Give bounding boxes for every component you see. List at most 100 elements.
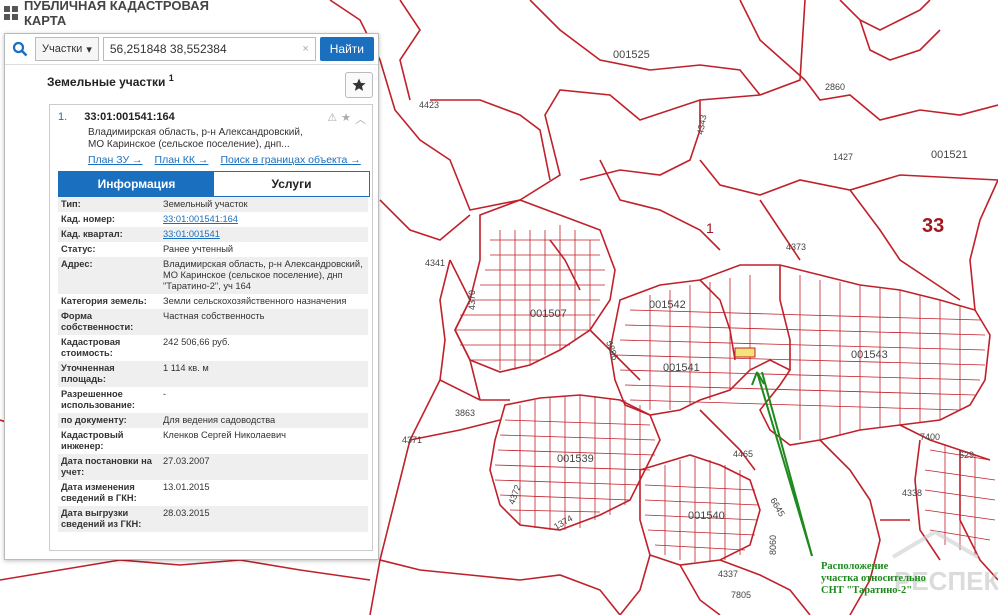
detail-label: Статус: [61,244,96,254]
detail-row: Кадастровый инженер: Кленков Сергей Никол… [58,428,368,454]
detail-label: Разрешенное использование: [61,389,135,410]
detail-value: - [163,389,167,399]
search-query: 56,251848 38,552384 [109,42,227,56]
link-plan-kk[interactable]: План КК → [155,154,209,166]
map-label: 001541 [663,362,700,374]
detail-label: Кад. квартал: [61,229,123,239]
map-label: 4465 [733,449,753,459]
address-line: МО Каринское (сельское поселение), днп..… [88,139,290,150]
detail-row: Кад. квартал: 33:01:001541 [58,227,368,242]
card-links: План ЗУ → План КК → Поиск в границах объ… [88,154,361,166]
detail-value: Кленков Сергей Николаевич [163,430,286,440]
detail-row: Дата изменения сведений в ГКН: 13.01.2015 [58,480,368,506]
warning-icon[interactable]: ⚠ [327,111,337,127]
section-title: Земельные участки 1 [47,73,174,89]
search-type-select[interactable]: Участки ▾ [35,37,99,61]
map-label: 6645 [768,496,787,518]
map-label: 4373 [786,242,806,252]
detail-row: Дата выгрузки сведений из ГКН: 28.03.2015 [58,506,368,532]
details-table: Тип: Земельный участок Кад. номер: 33:01:0… [58,197,368,532]
detail-value: 242 506,66 руб. [163,337,230,347]
section-title-text: Земельные участки [47,75,166,89]
detail-label: Уточненная площадь: [61,363,115,384]
detail-label: Кадастровая стоимость: [61,337,121,358]
detail-value-link[interactable]: 33:01:001541 [161,229,368,240]
card-header: 1. 33:01:001541:164 [58,111,175,123]
tab-services[interactable]: Услуги [214,172,369,196]
card-icons: ⚠ ★ ︿ [327,111,366,127]
link-search-bounds[interactable]: Поиск в границах объекта → [220,154,360,166]
detail-row: Форма собственности: Частная собственност… [58,309,368,335]
map-label: 7805 [731,590,751,600]
selected-parcel[interactable] [734,347,756,358]
link-plan-zu[interactable]: План ЗУ → [88,154,143,166]
detail-row: Кадастровая стоимость: 242 506,66 руб. [58,335,368,361]
parcel-card: 1. 33:01:001541:164 ⚠ ★ ︿ Владимирская о… [49,104,373,551]
detail-label: Категория земель: [61,296,147,306]
map-label: 4423 [419,100,439,110]
grid-icon[interactable] [4,6,18,20]
detail-label: по документу: [61,415,127,425]
search-type-label: Участки [42,43,83,55]
detail-row: Уточненная площадь: 1 114 кв. м [58,361,368,387]
detail-row: Кад. номер: 33:01:001541:164 [58,212,368,227]
note-line: участка относительно [821,573,926,584]
map-label: 7400 [920,432,940,442]
subdivision-grid [455,225,996,562]
detail-value: Для ведения садоводства [163,415,276,425]
app-header: ПУБЛИЧНАЯ КАДАСТРОВАЯ КАРТА [0,0,254,28]
detail-value-link[interactable]: 33:01:001541:164 [161,214,368,225]
star-icon[interactable]: ★ [341,111,351,127]
detail-label: Дата постановки на учет: [61,456,152,477]
detail-value: Частная собственность [163,311,265,321]
app-title: ПУБЛИЧНАЯ КАДАСТРОВАЯ КАРТА [23,0,209,28]
detail-value: 28.03.2015 [163,508,210,518]
card-address: Владимирская область, р-н Александровски… [88,127,338,151]
chevron-up-icon[interactable]: ︿ [355,111,366,127]
detail-value: 1 114 кв. м [163,363,209,373]
map-label: 2860 [825,82,845,92]
detail-label: Тип: [61,199,81,209]
pointer-arrows [751,371,813,557]
map-label: 001525 [613,49,650,61]
map-label: 8060 [768,535,778,555]
map-label: 4371 [402,435,422,445]
map-label: 33 [922,215,944,237]
map-label: 3863 [455,408,475,418]
search-input[interactable]: 56,251848 38,552384 × [102,37,316,61]
detail-row: Тип: Земельный участок [58,197,368,212]
address-line: Владимирская область, р-н Александровски… [88,127,303,138]
detail-label: Адрес: [61,259,93,269]
detail-row: Статус: Ранее учтенный [58,242,368,257]
detail-value: Ранее учтенный [163,244,234,254]
map-label: 001521 [931,149,968,161]
favorite-button[interactable] [345,72,373,98]
map-label: 4343 [695,114,708,135]
detail-label: Кад. номер: [61,214,116,224]
detail-value: Земли сельскохозяйственного назначения [163,296,347,306]
info-panel: Участки ▾ 56,251848 38,552384 × Найти Зе… [4,33,379,560]
detail-label: Дата изменения сведений в ГКН: [61,482,137,503]
clear-icon[interactable]: × [302,43,308,55]
star-icon [352,78,366,91]
detail-value: Владимирская область, р-н Александровски… [163,259,363,291]
map-label: 4370 [467,290,477,310]
detail-value: 13.01.2015 [163,482,210,492]
note-line: Расположение [821,561,889,572]
card-tabs: Информация Услуги [58,171,370,197]
tab-info[interactable]: Информация [59,172,214,196]
map-label: 001540 [688,510,725,522]
map-label: 001543 [851,349,888,361]
search-icon[interactable] [9,38,31,60]
map-numbers: 001525 001521 33 1 001542 001507 001541 … [402,49,974,600]
detail-row: Категория земель: Земли сельскохозяйствен… [58,294,368,309]
map-label: 1 [706,220,714,236]
find-button[interactable]: Найти [319,37,374,61]
note-line: СНТ "Таратино-2" [821,585,913,596]
detail-row: Адрес: Владимирская область, р-н Александ… [58,257,368,294]
detail-value: Земельный участок [163,199,248,209]
detail-row: Разрешенное использование: - [58,387,368,413]
location-note: Расположение участка относительно СНТ "Т… [821,561,926,597]
cadastral-number[interactable]: 33:01:001541:164 [84,111,175,123]
chevron-down-icon: ▾ [86,43,92,56]
